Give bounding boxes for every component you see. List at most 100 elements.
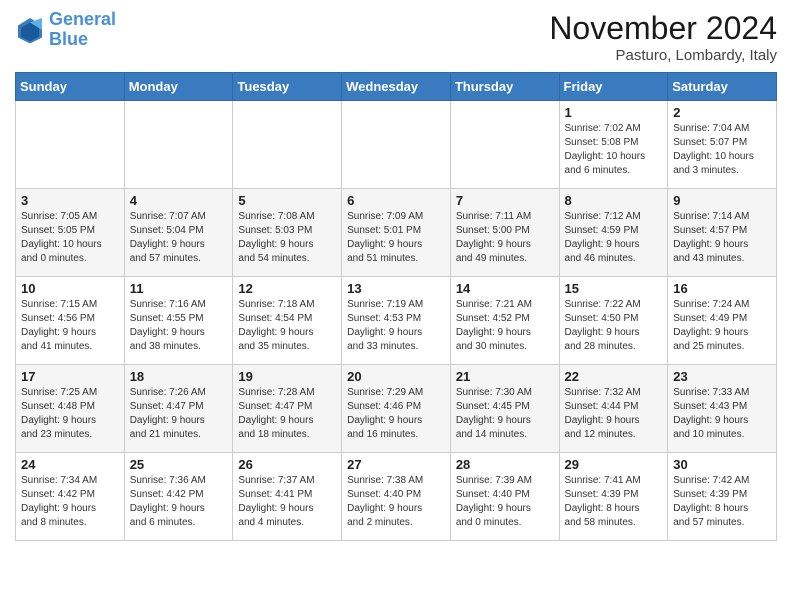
calendar-cell: 26 Sunrise: 7:37 AM Sunset: 4:41 PM Dayli… bbox=[233, 453, 342, 541]
weekday-header-cell: Saturday bbox=[668, 73, 777, 101]
day-number: 17 bbox=[21, 369, 119, 384]
day-number: 30 bbox=[673, 457, 771, 472]
calendar-cell: 20 Sunrise: 7:29 AM Sunset: 4:46 PM Dayli… bbox=[342, 365, 451, 453]
day-info: Sunrise: 7:14 AM Sunset: 4:57 PM Dayligh… bbox=[673, 210, 771, 266]
calendar-cell: 5 Sunrise: 7:08 AM Sunset: 5:03 PM Daylig… bbox=[233, 189, 342, 277]
calendar-cell bbox=[124, 101, 233, 189]
day-number: 3 bbox=[21, 193, 119, 208]
day-number: 2 bbox=[673, 105, 771, 120]
calendar-cell: 11 Sunrise: 7:16 AM Sunset: 4:55 PM Dayli… bbox=[124, 277, 233, 365]
day-info: Sunrise: 7:36 AM Sunset: 4:42 PM Dayligh… bbox=[130, 474, 228, 530]
day-info: Sunrise: 7:42 AM Sunset: 4:39 PM Dayligh… bbox=[673, 474, 771, 530]
day-number: 7 bbox=[456, 193, 554, 208]
logo-text: General Blue bbox=[49, 10, 116, 50]
day-number: 22 bbox=[565, 369, 663, 384]
calendar-cell: 28 Sunrise: 7:39 AM Sunset: 4:40 PM Dayli… bbox=[450, 453, 559, 541]
day-number: 6 bbox=[347, 193, 445, 208]
calendar-cell bbox=[16, 101, 125, 189]
calendar-body: 1 Sunrise: 7:02 AM Sunset: 5:08 PM Daylig… bbox=[16, 101, 777, 541]
calendar-cell: 21Sunrise: 7:30 AM Sunset: 4:45 PM Dayli… bbox=[450, 365, 559, 453]
calendar-cell: 29Sunrise: 7:41 AM Sunset: 4:39 PM Dayli… bbox=[559, 453, 668, 541]
day-info: Sunrise: 7:16 AM Sunset: 4:55 PM Dayligh… bbox=[130, 298, 228, 354]
calendar-cell: 3 Sunrise: 7:05 AM Sunset: 5:05 PM Daylig… bbox=[16, 189, 125, 277]
weekday-header-cell: Thursday bbox=[450, 73, 559, 101]
day-info: Sunrise: 7:05 AM Sunset: 5:05 PM Dayligh… bbox=[21, 210, 119, 266]
calendar-cell: 22 Sunrise: 7:32 AM Sunset: 4:44 PM Dayli… bbox=[559, 365, 668, 453]
calendar-cell: 4Sunrise: 7:07 AM Sunset: 5:04 PM Daylig… bbox=[124, 189, 233, 277]
calendar-cell: 7 Sunrise: 7:11 AM Sunset: 5:00 PM Daylig… bbox=[450, 189, 559, 277]
logo-line2: Blue bbox=[49, 29, 88, 49]
day-info: Sunrise: 7:02 AM Sunset: 5:08 PM Dayligh… bbox=[565, 122, 663, 178]
calendar-week-row: 10 Sunrise: 7:15 AM Sunset: 4:56 PM Dayli… bbox=[16, 277, 777, 365]
calendar-cell: 19Sunrise: 7:28 AM Sunset: 4:47 PM Dayli… bbox=[233, 365, 342, 453]
day-info: Sunrise: 7:04 AM Sunset: 5:07 PM Dayligh… bbox=[673, 122, 771, 178]
month-title: November 2024 bbox=[549, 10, 777, 47]
day-number: 5 bbox=[238, 193, 336, 208]
day-info: Sunrise: 7:11 AM Sunset: 5:00 PM Dayligh… bbox=[456, 210, 554, 266]
logo-icon bbox=[15, 15, 45, 45]
day-info: Sunrise: 7:33 AM Sunset: 4:43 PM Dayligh… bbox=[673, 386, 771, 442]
day-number: 18 bbox=[130, 369, 228, 384]
day-number: 9 bbox=[673, 193, 771, 208]
day-number: 1 bbox=[565, 105, 663, 120]
day-number: 26 bbox=[238, 457, 336, 472]
day-number: 8 bbox=[565, 193, 663, 208]
day-number: 25 bbox=[130, 457, 228, 472]
calendar-cell: 16 Sunrise: 7:24 AM Sunset: 4:49 PM Dayli… bbox=[668, 277, 777, 365]
day-info: Sunrise: 7:32 AM Sunset: 4:44 PM Dayligh… bbox=[565, 386, 663, 442]
day-number: 14 bbox=[456, 281, 554, 296]
calendar-cell: 12 Sunrise: 7:18 AM Sunset: 4:54 PM Dayli… bbox=[233, 277, 342, 365]
location: Pasturo, Lombardy, Italy bbox=[549, 47, 777, 64]
weekday-header-cell: Wednesday bbox=[342, 73, 451, 101]
day-number: 19 bbox=[238, 369, 336, 384]
calendar-cell: 2 Sunrise: 7:04 AM Sunset: 5:07 PM Daylig… bbox=[668, 101, 777, 189]
day-info: Sunrise: 7:26 AM Sunset: 4:47 PM Dayligh… bbox=[130, 386, 228, 442]
day-info: Sunrise: 7:12 AM Sunset: 4:59 PM Dayligh… bbox=[565, 210, 663, 266]
calendar-cell: 23 Sunrise: 7:33 AM Sunset: 4:43 PM Dayli… bbox=[668, 365, 777, 453]
calendar-cell: 18 Sunrise: 7:26 AM Sunset: 4:47 PM Dayli… bbox=[124, 365, 233, 453]
calendar-cell: 13Sunrise: 7:19 AM Sunset: 4:53 PM Dayli… bbox=[342, 277, 451, 365]
day-info: Sunrise: 7:24 AM Sunset: 4:49 PM Dayligh… bbox=[673, 298, 771, 354]
day-number: 16 bbox=[673, 281, 771, 296]
day-info: Sunrise: 7:15 AM Sunset: 4:56 PM Dayligh… bbox=[21, 298, 119, 354]
day-info: Sunrise: 7:18 AM Sunset: 4:54 PM Dayligh… bbox=[238, 298, 336, 354]
logo-line1: General bbox=[49, 9, 116, 29]
calendar-cell: 10 Sunrise: 7:15 AM Sunset: 4:56 PM Dayli… bbox=[16, 277, 125, 365]
calendar-cell: 27Sunrise: 7:38 AM Sunset: 4:40 PM Dayli… bbox=[342, 453, 451, 541]
day-info: Sunrise: 7:22 AM Sunset: 4:50 PM Dayligh… bbox=[565, 298, 663, 354]
day-number: 21 bbox=[456, 369, 554, 384]
calendar-cell: 6Sunrise: 7:09 AM Sunset: 5:01 PM Daylig… bbox=[342, 189, 451, 277]
day-info: Sunrise: 7:38 AM Sunset: 4:40 PM Dayligh… bbox=[347, 474, 445, 530]
day-number: 24 bbox=[21, 457, 119, 472]
calendar-cell: 8 Sunrise: 7:12 AM Sunset: 4:59 PM Daylig… bbox=[559, 189, 668, 277]
day-number: 12 bbox=[238, 281, 336, 296]
day-number: 20 bbox=[347, 369, 445, 384]
day-info: Sunrise: 7:29 AM Sunset: 4:46 PM Dayligh… bbox=[347, 386, 445, 442]
logo: General Blue bbox=[15, 10, 116, 50]
calendar-week-row: 1 Sunrise: 7:02 AM Sunset: 5:08 PM Daylig… bbox=[16, 101, 777, 189]
day-number: 11 bbox=[130, 281, 228, 296]
calendar-week-row: 24Sunrise: 7:34 AM Sunset: 4:42 PM Dayli… bbox=[16, 453, 777, 541]
calendar-cell: 15Sunrise: 7:22 AM Sunset: 4:50 PM Dayli… bbox=[559, 277, 668, 365]
calendar-week-row: 3 Sunrise: 7:05 AM Sunset: 5:05 PM Daylig… bbox=[16, 189, 777, 277]
day-number: 10 bbox=[21, 281, 119, 296]
day-info: Sunrise: 7:21 AM Sunset: 4:52 PM Dayligh… bbox=[456, 298, 554, 354]
day-number: 28 bbox=[456, 457, 554, 472]
page-container: General Blue November 2024 Pasturo, Lomb… bbox=[0, 0, 792, 551]
page-header: General Blue November 2024 Pasturo, Lomb… bbox=[15, 10, 777, 64]
calendar-cell: 14 Sunrise: 7:21 AM Sunset: 4:52 PM Dayli… bbox=[450, 277, 559, 365]
day-info: Sunrise: 7:39 AM Sunset: 4:40 PM Dayligh… bbox=[456, 474, 554, 530]
calendar-cell bbox=[450, 101, 559, 189]
day-info: Sunrise: 7:37 AM Sunset: 4:41 PM Dayligh… bbox=[238, 474, 336, 530]
calendar-cell bbox=[342, 101, 451, 189]
calendar-table: SundayMondayTuesdayWednesdayThursdayFrid… bbox=[15, 72, 777, 541]
weekday-header-cell: Tuesday bbox=[233, 73, 342, 101]
calendar-cell: 24Sunrise: 7:34 AM Sunset: 4:42 PM Dayli… bbox=[16, 453, 125, 541]
day-number: 29 bbox=[565, 457, 663, 472]
day-info: Sunrise: 7:08 AM Sunset: 5:03 PM Dayligh… bbox=[238, 210, 336, 266]
calendar-cell bbox=[233, 101, 342, 189]
calendar-cell: 25 Sunrise: 7:36 AM Sunset: 4:42 PM Dayli… bbox=[124, 453, 233, 541]
day-number: 13 bbox=[347, 281, 445, 296]
weekday-header-cell: Sunday bbox=[16, 73, 125, 101]
day-number: 23 bbox=[673, 369, 771, 384]
